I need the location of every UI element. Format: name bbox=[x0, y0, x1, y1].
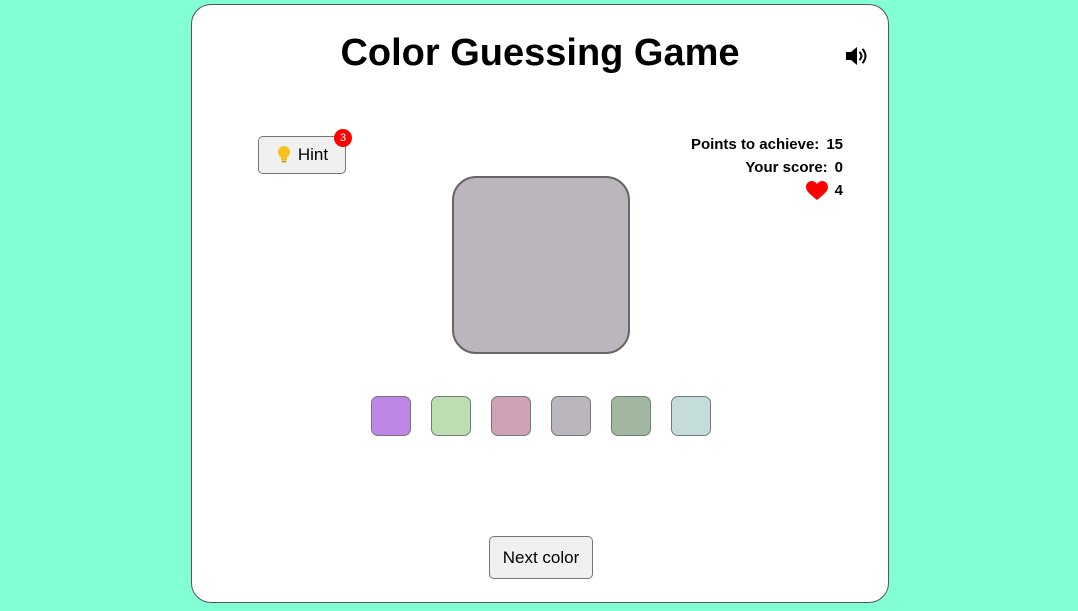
hint-label: Hint bbox=[297, 145, 329, 164]
score-label: Your score: bbox=[745, 159, 828, 176]
points-value: 15 bbox=[826, 136, 843, 153]
lives-value: 4 bbox=[834, 182, 843, 199]
color-option-2[interactable] bbox=[431, 396, 471, 436]
points-to-achieve-row: Points to achieve: 15 bbox=[691, 133, 843, 156]
color-option-1[interactable] bbox=[371, 396, 411, 436]
next-color-button[interactable]: Next color bbox=[489, 536, 593, 579]
speaker-volume-icon[interactable] bbox=[844, 45, 872, 67]
hint-count-badge: 3 bbox=[334, 129, 352, 147]
lightbulb-icon bbox=[276, 145, 292, 165]
score-value: 0 bbox=[834, 159, 843, 176]
hint-button[interactable]: Hint bbox=[258, 136, 346, 174]
color-option-6[interactable] bbox=[671, 396, 711, 436]
game-card: Color Guessing Game Hint 3 Points to ach… bbox=[191, 4, 889, 603]
color-option-4[interactable] bbox=[551, 396, 591, 436]
score-panel: Points to achieve: 15 Your score: 0 4 bbox=[691, 133, 843, 202]
points-label: Points to achieve: bbox=[690, 136, 820, 153]
your-score-row: Your score: 0 bbox=[691, 156, 843, 179]
page-title: Color Guessing Game bbox=[340, 32, 740, 74]
color-options bbox=[371, 396, 711, 436]
color-option-3[interactable] bbox=[491, 396, 531, 436]
target-color-swatch bbox=[452, 176, 630, 354]
lives-row: 4 bbox=[691, 179, 843, 202]
heart-icon bbox=[805, 180, 828, 201]
color-option-5[interactable] bbox=[611, 396, 651, 436]
